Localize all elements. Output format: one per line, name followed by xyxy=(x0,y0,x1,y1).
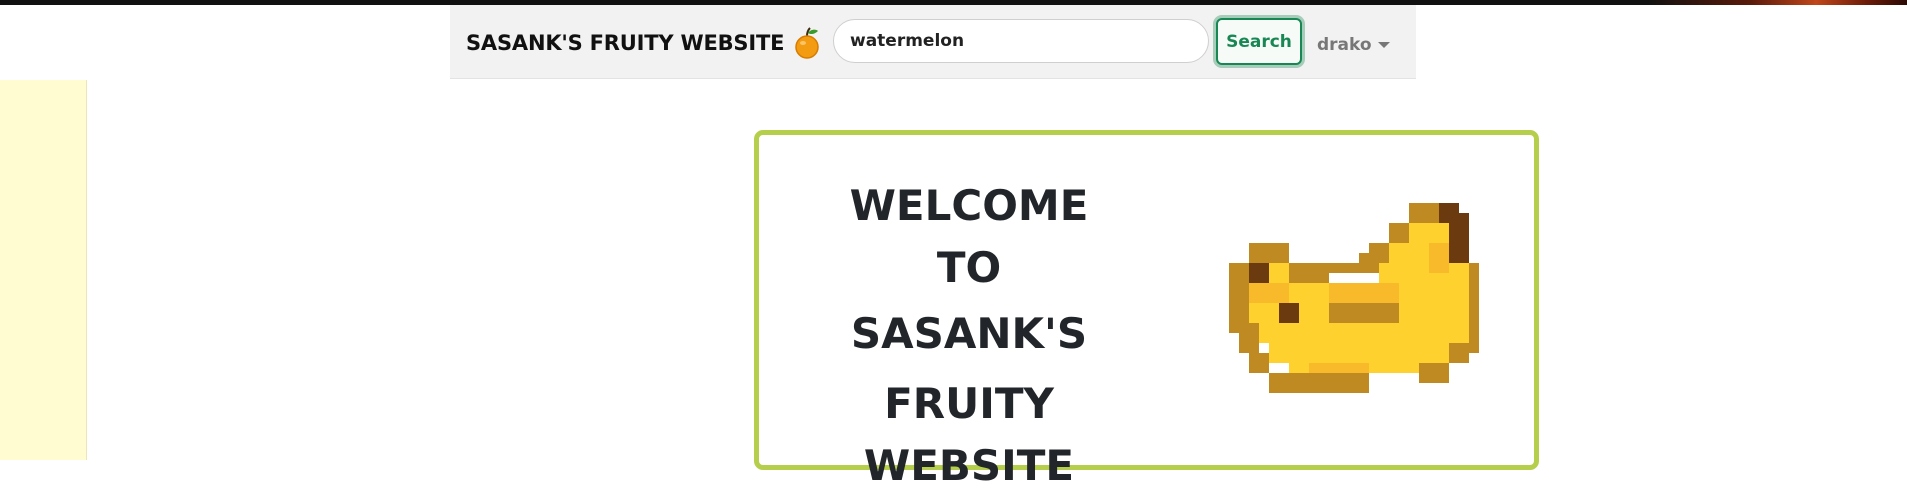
welcome-card: WELCOME TO SASANK'S FRUITY WEBSITE xyxy=(754,130,1539,490)
brand[interactable]: SASANK'S FRUITY WEBSITE xyxy=(466,27,820,59)
chevron-down-icon[interactable] xyxy=(1377,42,1390,48)
welcome-line: WELCOME xyxy=(849,181,1089,230)
pixel-banana-icon xyxy=(1229,203,1489,413)
welcome-heading: WELCOME TO SASANK'S FRUITY WEBSITE xyxy=(769,175,1169,493)
brand-title[interactable]: SASANK'S FRUITY WEBSITE xyxy=(466,31,784,55)
welcome-line: TO xyxy=(936,243,1002,292)
user-dropdown[interactable]: drako xyxy=(1317,35,1390,55)
welcome-line: WEBSITE xyxy=(863,441,1075,490)
search-input[interactable] xyxy=(833,19,1209,63)
welcome-line: SASANK'S FRUITY xyxy=(850,309,1088,428)
orange-icon xyxy=(794,27,820,59)
top-navbar: SASANK'S FRUITY WEBSITE Search drako xyxy=(450,5,1416,79)
search-button[interactable]: Search xyxy=(1216,18,1302,65)
browser-top-strip-glow xyxy=(1647,0,1907,5)
left-sidebar-band xyxy=(0,80,87,460)
user-name[interactable]: drako xyxy=(1317,35,1372,55)
